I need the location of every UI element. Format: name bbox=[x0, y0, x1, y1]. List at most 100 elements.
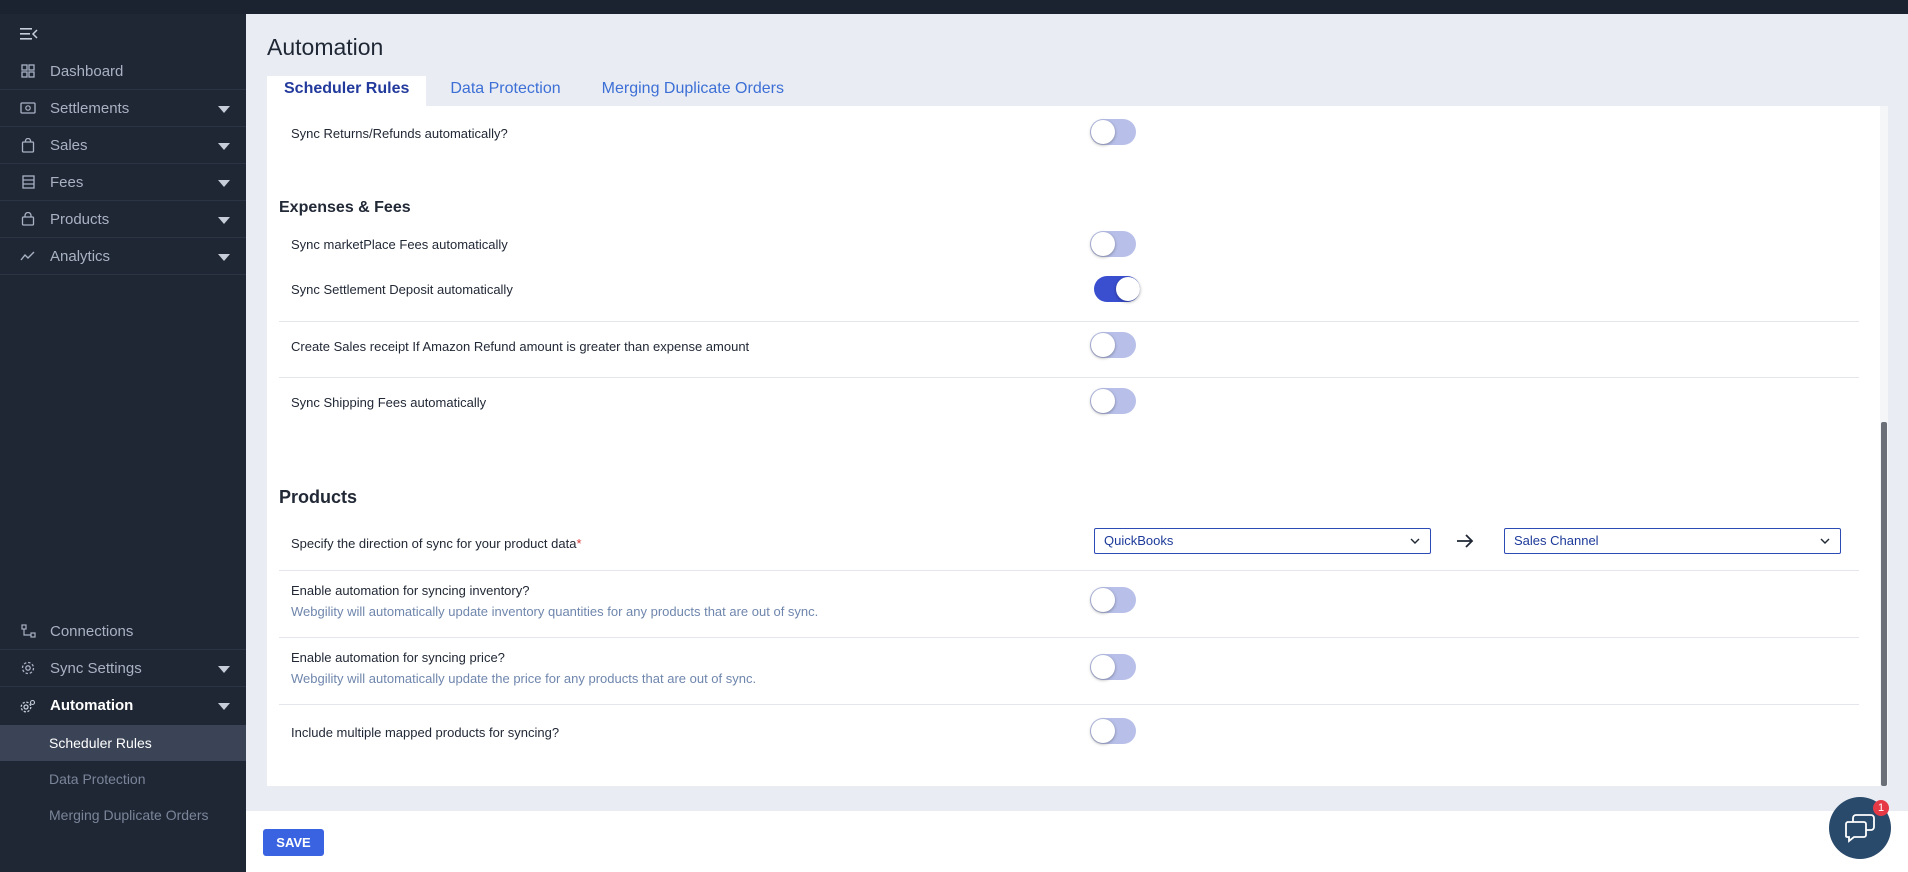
chevron-down-icon bbox=[218, 217, 230, 224]
main-content: Automation Scheduler Rules Data Protecti… bbox=[246, 14, 1908, 872]
setting-row-marketplace-fees: Sync marketPlace Fees automatically bbox=[279, 221, 1859, 266]
chevron-down-icon bbox=[218, 106, 230, 113]
connections-icon bbox=[20, 623, 36, 639]
sidebar-item-label: Analytics bbox=[50, 247, 111, 265]
sidebar-item-settlements[interactable]: Settlements bbox=[0, 90, 246, 127]
toggle-knob bbox=[1091, 333, 1115, 357]
setting-row-multiple-mapped: Include multiple mapped products for syn… bbox=[279, 705, 1859, 760]
sidebar-item-sales[interactable]: Sales bbox=[0, 127, 246, 164]
sidebar-subitem-scheduler-rules[interactable]: Scheduler Rules bbox=[0, 725, 246, 761]
settlement-deposit-toggle[interactable] bbox=[1094, 276, 1140, 302]
chat-notification-badge: 1 bbox=[1873, 800, 1889, 816]
returns-toggle[interactable] bbox=[1090, 119, 1136, 145]
setting-label: Sync Settlement Deposit automatically bbox=[291, 282, 513, 297]
setting-row-price: Enable automation for syncing price? Web… bbox=[279, 638, 1859, 705]
sidebar-item-products[interactable]: Products bbox=[0, 201, 246, 238]
toggle-knob bbox=[1091, 719, 1115, 743]
footer-bar: SAVE bbox=[246, 811, 1908, 872]
gear-icon bbox=[20, 660, 36, 676]
sidebar-item-automation[interactable]: Automation bbox=[0, 687, 246, 724]
sidebar-item-label: Dashboard bbox=[50, 62, 124, 80]
chevron-down-icon bbox=[218, 143, 230, 150]
tab-data-protection[interactable]: Data Protection bbox=[433, 76, 577, 110]
tab-bar: Scheduler Rules Data Protection Merging … bbox=[267, 76, 808, 110]
sidebar: Dashboard Settlements Sales Fees Product… bbox=[0, 0, 246, 872]
sidebar-item-label: Sales bbox=[50, 136, 88, 154]
sync-target-select[interactable]: Sales Channel bbox=[1504, 528, 1841, 554]
tab-merging-duplicate-orders[interactable]: Merging Duplicate Orders bbox=[585, 76, 801, 110]
sidebar-item-sync-settings[interactable]: Sync Settings bbox=[0, 650, 246, 687]
setting-row-returns: Sync Returns/Refunds automatically? bbox=[279, 106, 1859, 146]
tab-scheduler-rules[interactable]: Scheduler Rules bbox=[267, 76, 427, 110]
chevron-down-icon bbox=[218, 666, 230, 673]
page-title: Automation bbox=[267, 34, 384, 60]
grid-icon bbox=[20, 63, 36, 79]
save-button[interactable]: SAVE bbox=[263, 829, 324, 856]
select-value: QuickBooks bbox=[1104, 533, 1174, 548]
setting-row-shipping-fees: Sync Shipping Fees automatically bbox=[279, 378, 1859, 434]
setting-row-sync-direction: Specify the direction of sync for your p… bbox=[279, 516, 1859, 571]
sidebar-item-dashboard[interactable]: Dashboard bbox=[0, 53, 246, 90]
setting-label: Specify the direction of sync for your p… bbox=[291, 536, 582, 551]
sidebar-item-label: Sync Settings bbox=[50, 659, 142, 677]
section-title-expenses: Expenses & Fees bbox=[279, 199, 411, 216]
chevron-down-icon bbox=[1410, 538, 1420, 544]
inventory-toggle[interactable] bbox=[1090, 587, 1136, 613]
required-asterisk: * bbox=[576, 536, 582, 551]
sidebar-item-label: Automation bbox=[50, 697, 134, 714]
scrollbar-thumb[interactable] bbox=[1881, 422, 1887, 786]
list-icon bbox=[20, 174, 36, 190]
sidebar-subitem-merging-duplicate-orders[interactable]: Merging Duplicate Orders bbox=[0, 797, 246, 833]
sidebar-item-label: Connections bbox=[50, 622, 134, 640]
toggle-knob bbox=[1091, 389, 1115, 413]
sync-source-select[interactable]: QuickBooks bbox=[1094, 528, 1431, 554]
setting-label: Include multiple mapped products for syn… bbox=[291, 725, 560, 740]
setting-row-sales-receipt: Create Sales receipt If Amazon Refund am… bbox=[279, 322, 1859, 378]
setting-row-inventory: Enable automation for syncing inventory?… bbox=[279, 571, 1859, 638]
trend-icon bbox=[20, 248, 36, 264]
setting-label: Sync Shipping Fees automatically bbox=[291, 395, 487, 410]
toggle-knob bbox=[1091, 655, 1115, 679]
setting-row-settlement-deposit: Sync Settlement Deposit automatically bbox=[279, 266, 1859, 322]
cash-icon bbox=[20, 100, 36, 116]
sidebar-item-label: Products bbox=[50, 210, 110, 228]
sidebar-top-strip bbox=[0, 0, 246, 14]
setting-label: Sync Returns/Refunds automatically? bbox=[291, 126, 508, 141]
sidebar-item-analytics[interactable]: Analytics bbox=[0, 238, 246, 275]
toggle-knob bbox=[1091, 120, 1115, 144]
sidebar-item-label: Settlements bbox=[50, 99, 130, 117]
multiple-mapped-toggle[interactable] bbox=[1090, 718, 1136, 744]
setting-label: Create Sales receipt If Amazon Refund am… bbox=[291, 339, 750, 354]
chevron-down-icon bbox=[218, 703, 230, 710]
section-title-products: Products bbox=[279, 487, 358, 507]
toggle-knob bbox=[1091, 588, 1115, 612]
direction-label-text: Specify the direction of sync for your p… bbox=[291, 536, 577, 551]
chevron-down-icon bbox=[218, 180, 230, 187]
toggle-knob bbox=[1091, 232, 1115, 256]
top-bar bbox=[246, 0, 1908, 14]
setting-label: Sync marketPlace Fees automatically bbox=[291, 237, 508, 252]
arrow-right-icon bbox=[1457, 534, 1474, 548]
basket-icon bbox=[20, 211, 36, 227]
marketplace-fees-toggle[interactable] bbox=[1090, 231, 1136, 257]
sidebar-subitem-data-protection[interactable]: Data Protection bbox=[0, 761, 246, 797]
select-value: Sales Channel bbox=[1514, 533, 1599, 548]
setting-label: Enable automation for syncing price? bbox=[291, 650, 505, 665]
sidebar-item-label: Fees bbox=[50, 173, 84, 191]
chevron-down-icon bbox=[218, 254, 230, 261]
setting-description: Webgility will automatically update the … bbox=[291, 671, 757, 686]
sales-receipt-toggle[interactable] bbox=[1090, 332, 1136, 358]
toggle-knob bbox=[1116, 277, 1140, 301]
bag-icon bbox=[20, 137, 36, 153]
chat-bubble-icon bbox=[1845, 814, 1875, 843]
collapse-menu-icon[interactable] bbox=[20, 26, 38, 42]
price-toggle[interactable] bbox=[1090, 654, 1136, 680]
setting-label: Enable automation for syncing inventory? bbox=[291, 583, 530, 598]
shipping-fees-toggle[interactable] bbox=[1090, 388, 1136, 414]
chevron-down-icon bbox=[1820, 538, 1830, 544]
settings-card: Sync Returns/Refunds automatically? Expe… bbox=[267, 106, 1880, 786]
setting-description: Webgility will automatically update inve… bbox=[291, 604, 819, 619]
sidebar-item-connections[interactable]: Connections bbox=[0, 613, 246, 650]
automation-gear-icon bbox=[20, 698, 36, 714]
sidebar-item-fees[interactable]: Fees bbox=[0, 164, 246, 201]
